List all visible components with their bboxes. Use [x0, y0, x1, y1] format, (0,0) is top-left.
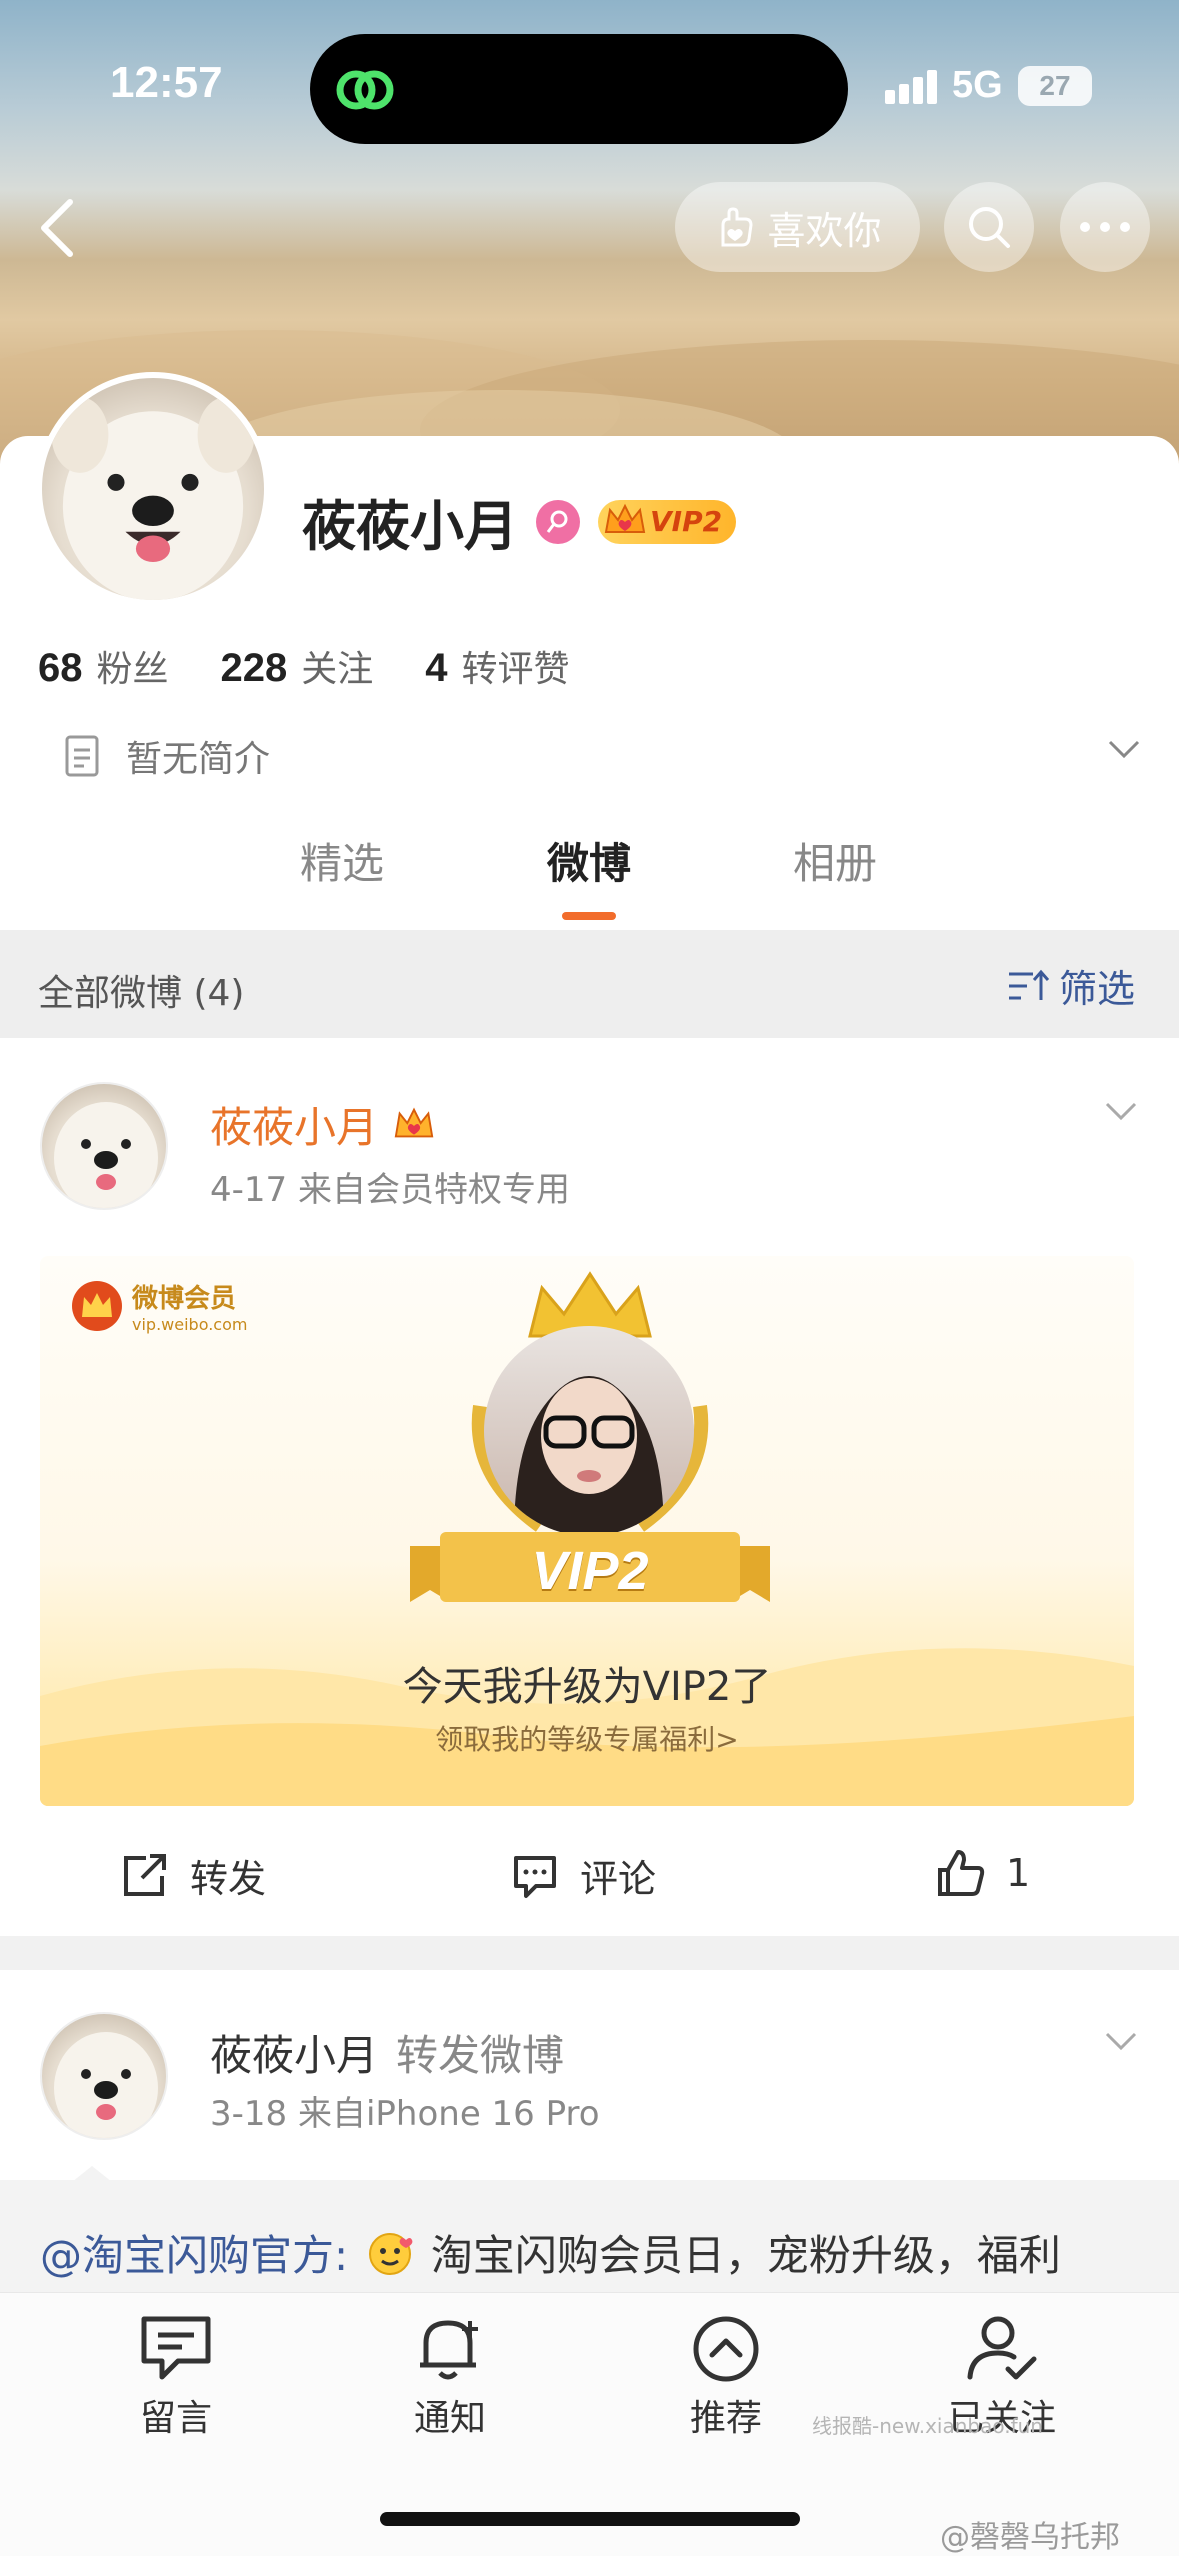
weibo-vip-crown-icon [72, 1281, 122, 1331]
vip-card-title: 今天我升级为VIP2了 [402, 1664, 772, 1710]
profile-name-row: 莜莜小月 VIP2 [302, 482, 737, 561]
avatar[interactable] [36, 372, 270, 606]
post-meta: 4-17 来自会员特权专用 [210, 1170, 570, 1210]
post-author-row: 莜莜小月 [210, 1094, 436, 1155]
message-icon [141, 2316, 211, 2380]
vip-badge-label: VIP2 [650, 505, 723, 538]
user-portrait-image [484, 1326, 694, 1536]
samoyed-avatar-image [51, 396, 255, 600]
repost-label: 转发 [190, 1857, 267, 1901]
home-indicator[interactable] [380, 2512, 800, 2526]
chevron-down-icon[interactable] [1106, 738, 1142, 762]
recommend-icon [693, 2316, 759, 2382]
search-icon [969, 207, 1010, 248]
repost-icon [124, 1853, 166, 1896]
filter-bar: 全部微博 (4) 筛选 [0, 930, 1179, 1038]
vip-level-badge[interactable]: VIP2 [598, 499, 737, 544]
watermark-large: @磬磬乌托邦 [940, 2520, 1120, 2555]
search-button[interactable] [944, 182, 1034, 272]
all-posts-count: 全部微博 (4) [38, 973, 245, 1014]
female-gender-icon [536, 499, 580, 544]
crown-icon [604, 503, 646, 533]
profile-stats: 68 粉丝 228 关注 4 转评赞 [38, 640, 608, 692]
post-author-name[interactable]: 莜莜小月 [210, 1094, 378, 1155]
followed-icon [967, 2316, 1037, 2380]
leave-message-label: 留言 [139, 2398, 212, 2439]
battery-level: 27 [1039, 70, 1071, 101]
followers-count[interactable]: 68 [38, 646, 83, 691]
recommend-button[interactable]: 推荐 [626, 2313, 826, 2441]
network-label: 5G [952, 64, 1003, 106]
active-tab-indicator [562, 912, 616, 920]
filter-label: 筛选 [1058, 967, 1135, 1011]
like-you-button[interactable]: 喜欢你 [675, 182, 920, 272]
tab-featured[interactable]: 精选 [242, 830, 442, 891]
profile-name: 莜莜小月 [302, 495, 518, 558]
bio-text: 暂无简介 [126, 739, 271, 780]
back-icon[interactable] [28, 188, 88, 268]
post-author-row: 莜莜小月 转发微博 [210, 2022, 564, 2083]
interactions-count[interactable]: 4 [425, 646, 447, 691]
like-count: 1 [1006, 1851, 1031, 1895]
leave-message-button[interactable]: 留言 [76, 2313, 276, 2441]
interactions-label[interactable]: 转评赞 [462, 640, 570, 692]
tab-album[interactable]: 相册 [735, 830, 935, 891]
repost-pointer [72, 2166, 112, 2182]
more-dots-icon [1080, 222, 1130, 232]
link-app-icon [336, 70, 394, 110]
post-menu-chevron-icon[interactable] [1103, 2030, 1139, 2054]
post-author-avatar[interactable] [40, 2012, 168, 2140]
reposted-text: @淘宝闪购官方: 淘宝闪购会员日，宠粉升级，福利 [40, 2222, 1061, 2283]
more-button[interactable] [1060, 182, 1150, 272]
recommend-label: 推荐 [689, 2398, 762, 2439]
post-menu-chevron-icon[interactable] [1103, 1100, 1139, 1124]
vip-card-link[interactable]: 领取我的等级专属福利> [40, 1718, 1134, 1758]
vip-ribbon-label: VIP2 [531, 1541, 649, 1601]
tab-weibo[interactable]: 微博 [489, 830, 689, 891]
post-meta: 3-18 来自iPhone 16 Pro [210, 2094, 600, 2134]
following-label[interactable]: 关注 [301, 640, 373, 692]
comment-label: 评论 [580, 1857, 657, 1901]
reposted-body: 淘宝闪购会员日，宠粉升级，福利 [430, 2231, 1061, 2280]
vip-logo-url: vip.weibo.com [132, 1315, 248, 1334]
like-you-label: 喜欢你 [767, 208, 882, 253]
post-type: 转发微博 [396, 2031, 565, 2080]
post-author-avatar[interactable] [40, 1082, 168, 1210]
filter-sort-icon [1008, 969, 1049, 1000]
post-separator [0, 1936, 1179, 1970]
bio-row[interactable]: 暂无简介 [62, 730, 1142, 782]
repost-button[interactable]: 转发 [120, 1848, 266, 1903]
mention-link[interactable]: @淘宝闪购官方: [40, 2231, 348, 2280]
document-icon [65, 735, 99, 777]
followers-label[interactable]: 粉丝 [97, 640, 169, 692]
weibo-vip-logo: 微博会员 vip.weibo.com [70, 1278, 247, 1334]
signal-icon [885, 70, 945, 104]
comment-icon [514, 1855, 556, 1898]
vip-logo-text: 微博会员 [132, 1284, 237, 1314]
post-action-bar: 转发 评论 1 [0, 1820, 1179, 1920]
status-time: 12:57 [110, 58, 223, 107]
thumbs-up-icon [938, 1850, 985, 1896]
post-author-name[interactable]: 莜莜小月 [210, 2022, 378, 2083]
vip-crown-icon [394, 1107, 434, 1137]
following-count[interactable]: 228 [221, 646, 288, 691]
notify-label: 通知 [413, 2398, 486, 2439]
notify-button[interactable]: 通知 [350, 2313, 550, 2441]
bell-icon [420, 2320, 478, 2380]
hand-heart-icon [721, 207, 753, 247]
watermark-small: 线报酷-new.xianbao.fun [812, 2414, 1043, 2438]
vip-upgrade-card[interactable]: 微博会员 vip.weibo.com VIP2 今天我升级为VIP2了 领取我的… [40, 1256, 1134, 1806]
like-button[interactable]: 1 [936, 1848, 1030, 1898]
filter-button[interactable]: 筛选 [1007, 958, 1135, 1013]
emoji-icon [368, 2233, 412, 2275]
comment-button[interactable]: 评论 [510, 1848, 656, 1903]
